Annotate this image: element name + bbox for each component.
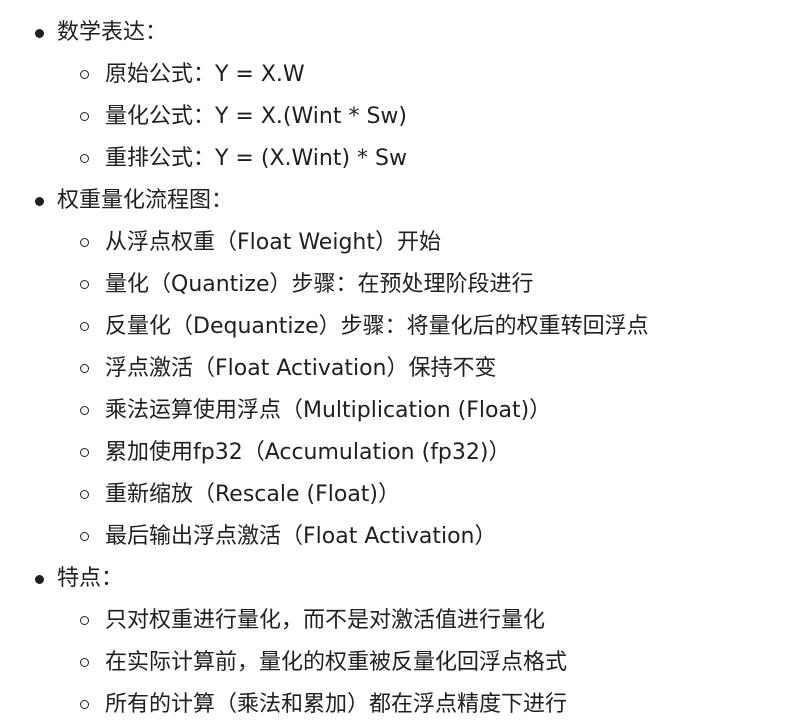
document: 数学表达： 原始公式：Y = X.W 量化公式：Y = X.(Wint * Sw… [0,0,802,717]
circle-bullet-icon [80,532,89,541]
list-item-text: 所有的计算（乘法和累加）都在浮点精度下进行 [105,692,568,717]
sub-list: 只对权重进行量化，而不是对激活值进行量化 在实际计算前，量化的权重被反量化回浮点… [0,600,802,726]
list-item-text: 原始公式：Y = X.W [105,62,305,87]
circle-bullet-icon [80,658,89,667]
list-item-text: 累加使用fp32（Accumulation (fp32)） [105,440,511,465]
section-math-expression: 数学表达： 原始公式：Y = X.W 量化公式：Y = X.(Wint * Sw… [0,12,802,180]
circle-bullet-icon [80,700,89,709]
circle-bullet-icon [80,280,89,289]
circle-bullet-icon [80,112,89,121]
list-item: 从浮点权重（Float Weight）开始 [0,222,802,264]
list-item: 乘法运算使用浮点（Multiplication (Float)） [0,390,802,432]
section-heading-row: 权重量化流程图： [0,180,802,222]
circle-bullet-icon [80,322,89,331]
list-item: 浮点激活（Float Activation）保持不变 [0,348,802,390]
list-item: 原始公式：Y = X.W [0,54,802,96]
list-item: 量化（Quantize）步骤：在预处理阶段进行 [0,264,802,306]
list-item-text: 重新缩放（Rescale (Float)） [105,482,401,507]
section-label: 数学表达： [57,20,168,45]
circle-bullet-icon [80,364,89,373]
list-item: 反量化（Dequantize）步骤：将量化后的权重转回浮点 [0,306,802,348]
list-item: 量化公式：Y = X.(Wint * Sw) [0,96,802,138]
list-item-text: 从浮点权重（Float Weight）开始 [105,230,441,255]
list-item-text: 反量化（Dequantize）步骤：将量化后的权重转回浮点 [105,314,649,339]
list-item: 重新缩放（Rescale (Float)） [0,474,802,516]
list-item: 只对权重进行量化，而不是对激活值进行量化 [0,600,802,642]
list-item-text: 在实际计算前，量化的权重被反量化回浮点格式 [105,650,568,675]
list-item: 重排公式：Y = (X.Wint) * Sw [0,138,802,180]
list-item-text: 浮点激活（Float Activation）保持不变 [105,356,497,381]
circle-bullet-icon [80,70,89,79]
list-item: 最后输出浮点激活（Float Activation） [0,516,802,558]
list-item: 所有的计算（乘法和累加）都在浮点精度下进行 [0,684,802,726]
section-label: 特点： [57,566,124,591]
list-item-text: 量化（Quantize）步骤：在预处理阶段进行 [105,272,534,297]
section-heading-row: 数学表达： [0,12,802,54]
sub-list: 从浮点权重（Float Weight）开始 量化（Quantize）步骤：在预处… [0,222,802,558]
disc-bullet-icon [35,29,44,38]
outline-list: 数学表达： 原始公式：Y = X.W 量化公式：Y = X.(Wint * Sw… [0,12,802,726]
disc-bullet-icon [35,575,44,584]
circle-bullet-icon [80,490,89,499]
section-weight-quant-flow: 权重量化流程图： 从浮点权重（Float Weight）开始 量化（Quanti… [0,180,802,558]
circle-bullet-icon [80,448,89,457]
section-heading-row: 特点： [0,558,802,600]
list-item-text: 量化公式：Y = X.(Wint * Sw) [105,104,407,129]
list-item-text: 重排公式：Y = (X.Wint) * Sw [105,146,407,171]
circle-bullet-icon [80,406,89,415]
circle-bullet-icon [80,616,89,625]
sub-list: 原始公式：Y = X.W 量化公式：Y = X.(Wint * Sw) 重排公式… [0,54,802,180]
section-label: 权重量化流程图： [57,188,234,213]
list-item-text: 最后输出浮点激活（Float Activation） [105,524,497,549]
section-characteristics: 特点： 只对权重进行量化，而不是对激活值进行量化 在实际计算前，量化的权重被反量… [0,558,802,726]
list-item-text: 乘法运算使用浮点（Multiplication (Float)） [105,398,552,423]
list-item-text: 只对权重进行量化，而不是对激活值进行量化 [105,608,546,633]
circle-bullet-icon [80,238,89,247]
circle-bullet-icon [80,154,89,163]
list-item: 在实际计算前，量化的权重被反量化回浮点格式 [0,642,802,684]
disc-bullet-icon [35,197,44,206]
list-item: 累加使用fp32（Accumulation (fp32)） [0,432,802,474]
